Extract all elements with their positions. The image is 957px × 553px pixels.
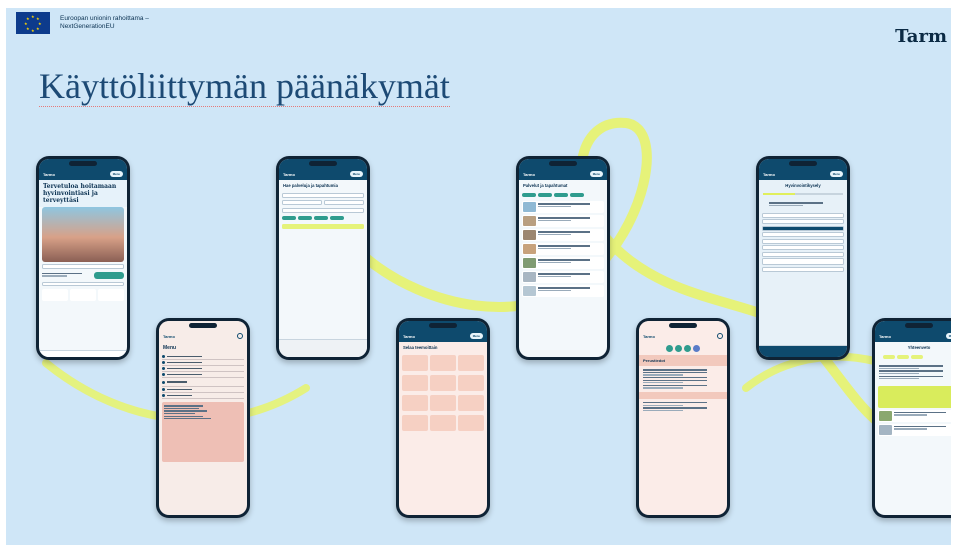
phone-search: Tarmo Menu Hae palveluja ja tapahtumia [276,156,370,360]
phone-survey-screen: Tarmo Menu Hyvinvointikysely [759,159,847,357]
phone-results-screen: Tarmo Menu Palvelut ja tapahtumat [519,159,607,357]
search-heading: Hae palveluja ja tapahtumia [283,183,338,188]
themes-heading: Selaa teemoittain [403,345,438,350]
phone-themes-screen: Tarmo Menu Selaa teemoittain [399,321,487,515]
eu-text: Euroopan unionin rahoittama – NextGenera… [60,15,149,31]
phone-home-screen: Tarmo Menu Tervetuloa hoitamaan hyvinvoin… [39,159,127,357]
phone-details: Tarmo Perustiedot [636,318,730,518]
phone-results: Tarmo Menu Palvelut ja tapahtumat [516,156,610,360]
results-heading: Palvelut ja tapahtumat [523,183,568,188]
menu-heading: Menu [163,345,177,351]
phone-home: Tarmo Menu Tervetuloa hoitamaan hyvinvoin… [36,156,130,360]
eu-funding-logo: ★ ★ ★ ★ ★ ★ ★ ★ Euroopan unionin rahoittama –… [16,12,149,34]
phone-summary-screen: TarmoMenu Yhteenveto [875,321,951,515]
hero-image [42,207,124,262]
brand-logo: Tarm [895,26,947,47]
summary-heading: Yhteenveto [907,345,931,350]
survey-heading: Hyvinvointikysely [785,183,821,188]
details-heading: Perustiedot [639,355,727,366]
phone-search-screen: Tarmo Menu Hae palveluja ja tapahtumia [279,159,367,357]
eu-flag-icon: ★ ★ ★ ★ ★ ★ ★ ★ [16,12,50,34]
eu-text-line2: NextGenerationEU [60,23,115,30]
phone-menu: Tarmo Menu [156,318,250,518]
eu-text-line1: Euroopan unionin rahoittama – [60,15,149,22]
phone-survey: Tarmo Menu Hyvinvointikysely [756,156,850,360]
slide: ★ ★ ★ ★ ★ ★ ★ ★ Euroopan unionin rahoittama –… [6,8,951,545]
app-header: Tarmo Menu [39,168,127,180]
phone-details-screen: Tarmo Perustiedot [639,321,727,515]
phone-themes: Tarmo Menu Selaa teemoittain [396,318,490,518]
page-title: Käyttöliittymän päänäkymät [39,66,450,107]
phone-menu-screen: Tarmo Menu [159,321,247,515]
home-heading: Tervetuloa hoitamaan hyvinvointiasi ja t… [39,180,127,207]
phone-summary: TarmoMenu Yhteenveto [872,318,951,518]
